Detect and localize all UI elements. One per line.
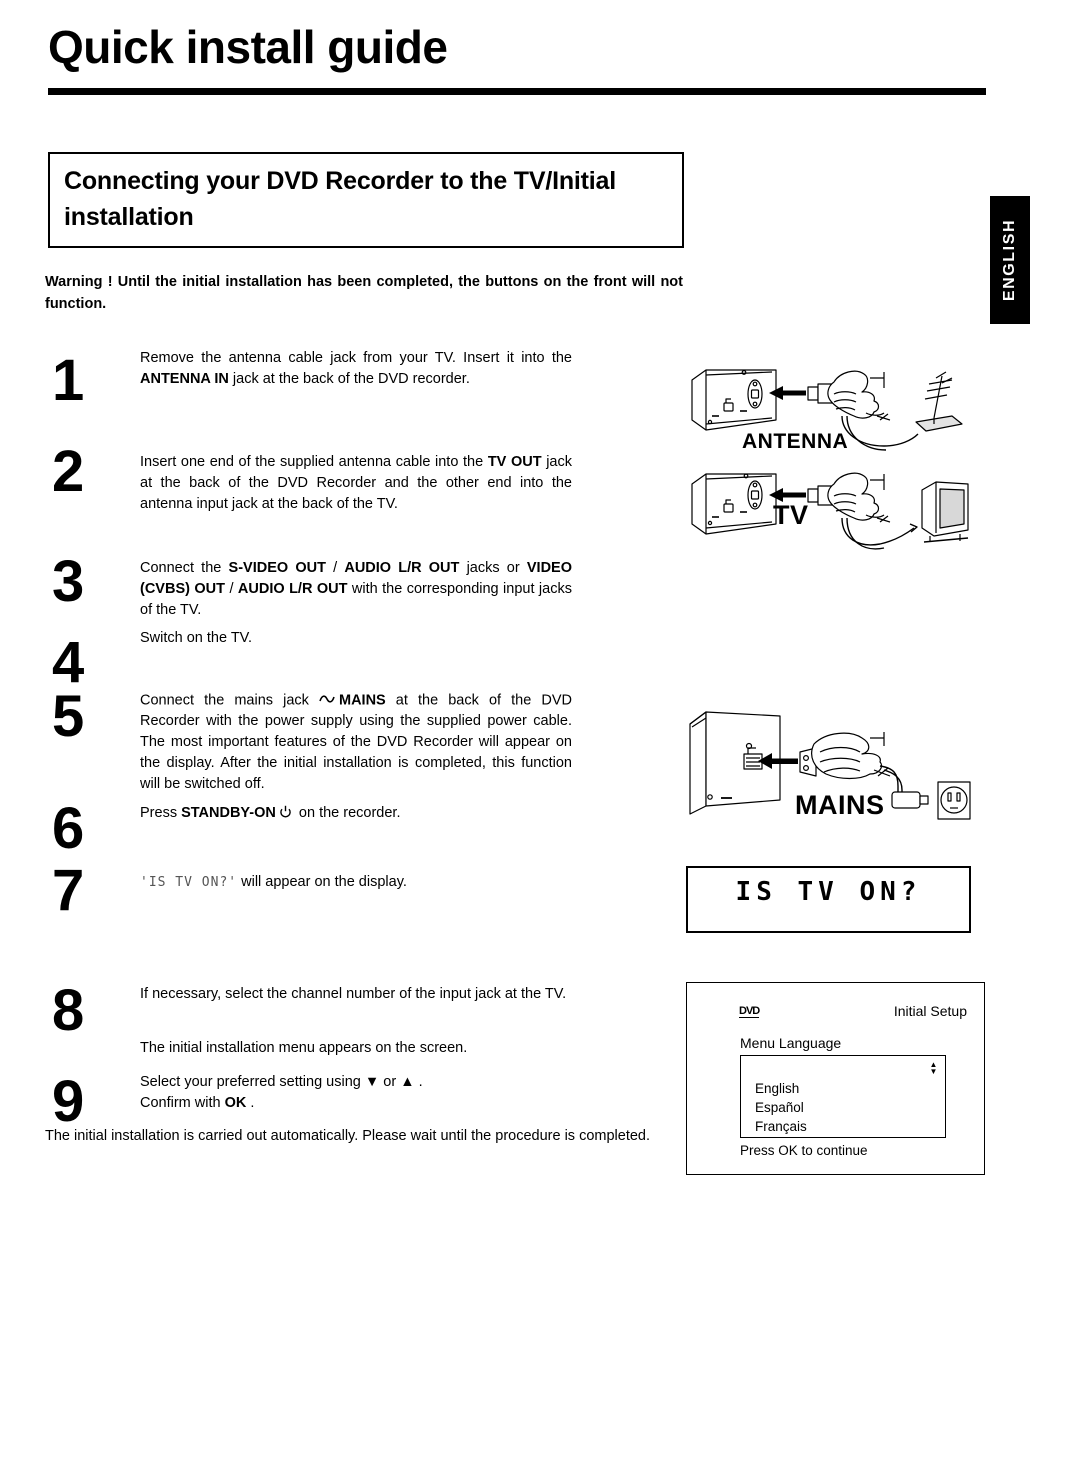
title-divider-rule xyxy=(48,88,986,95)
step-text-7: 'IS TV ON?' will appear on the display. xyxy=(140,872,572,893)
step-6-post: on the recorder. xyxy=(294,805,401,821)
step-text-2: Insert one end of the supplied antenna c… xyxy=(140,452,572,515)
dvd-logo-icon: DVD xyxy=(739,1005,760,1019)
step-5-pre: Connect the mains jack xyxy=(140,692,319,709)
step-text-4: Switch on the TV. xyxy=(140,630,253,646)
step-7-post: will appear on the display. xyxy=(237,874,407,890)
osd-option-francais[interactable]: Français xyxy=(755,1120,807,1134)
step-text-3: Connect the S-VIDEO OUT / AUDIO L/R OUT … xyxy=(140,558,572,621)
mains-wave-icon xyxy=(319,690,339,711)
step-text-9: Select your preferred setting using ▼ or… xyxy=(140,1072,572,1114)
step-number-3: 3 xyxy=(52,549,84,614)
step-9-line1-pre: Select your preferred setting using xyxy=(140,1074,365,1090)
step-number-6: 6 xyxy=(52,796,84,861)
step-9-bold-ok: OK xyxy=(224,1094,247,1111)
osd-option-english[interactable]: English xyxy=(755,1082,799,1096)
arrow-up-icon: ▲ xyxy=(400,1074,415,1090)
step-5-bold-mains: MAINS xyxy=(338,692,386,709)
step-7-lcd-text: 'IS TV ON?' xyxy=(140,875,238,890)
step-6-pre: Press xyxy=(140,805,182,821)
section-heading-box: Connecting your DVD Recorder to the TV/I… xyxy=(48,152,684,248)
step-number-2: 2 xyxy=(52,439,84,504)
osd-menu-language-label: Menu Language xyxy=(740,1035,842,1051)
osd-scroll-indicator[interactable]: ▲ ▼ xyxy=(929,1061,938,1076)
language-tab-label: ENGLISH xyxy=(1001,218,1018,302)
initial-setup-screen: DVD Initial Setup Menu Language ▲ ▼ Engl… xyxy=(686,982,985,1175)
step-6-bold-standby-on: STANDBY-ON xyxy=(181,805,276,821)
step-3-sep-3: / xyxy=(225,580,238,597)
warning-line-1: Warning ! Until the initial installation… xyxy=(45,274,627,290)
step-9-line2-pre: Confirm with xyxy=(140,1094,225,1111)
step-3-sep-1: / xyxy=(325,560,345,576)
recorder-display-panel: IS TV ON? xyxy=(686,866,971,933)
step-3-bold-audio-lr-out-1: AUDIO L/R OUT xyxy=(344,560,460,576)
step-1-bold-antenna-in: ANTENNA IN xyxy=(140,370,229,387)
scroll-down-icon[interactable]: ▼ xyxy=(929,1068,938,1076)
recorder-display-text: IS TV ON? xyxy=(735,877,922,907)
arrow-down-icon: ▼ xyxy=(364,1074,380,1090)
step-text-1: Remove the antenna cable jack from your … xyxy=(140,348,572,390)
osd-language-listbox[interactable]: ▲ ▼ English Español Français xyxy=(740,1055,946,1138)
mains-illustration-label: MAINS xyxy=(795,790,885,820)
step-3-pre: Connect the xyxy=(140,560,229,576)
step-9-line2-end: . xyxy=(246,1094,255,1111)
osd-option-espanol[interactable]: Español xyxy=(755,1101,804,1115)
step-number-5: 5 xyxy=(52,684,84,749)
step-number-1: 1 xyxy=(52,348,84,413)
osd-footer-hint: Press OK to continue xyxy=(740,1143,868,1158)
step-3-bold-svideo-out: S-VIDEO OUT xyxy=(228,560,326,576)
step-text-6: Press STANDBY-ON on the recorder. xyxy=(140,803,572,826)
step-9-line1-mid: or xyxy=(379,1074,401,1090)
step-8-sentence: If necessary, select the channel number … xyxy=(140,986,567,1002)
antenna-illustration-label: ANTENNA xyxy=(742,430,849,453)
step-text-8: If necessary, select the channel number … xyxy=(140,984,572,1005)
page-title: Quick install guide xyxy=(48,21,448,73)
step-number-7: 7 xyxy=(52,858,84,923)
step-2-sentence: Insert one end of the supplied antenna c… xyxy=(140,454,488,470)
closing-note: The initial installation is carried out … xyxy=(45,1128,651,1144)
step-number-8: 8 xyxy=(52,978,84,1043)
step-3-bold-audio-lr-out-2: AUDIO L/R OUT xyxy=(237,580,348,597)
language-tab-english: ENGLISH xyxy=(990,196,1030,324)
osd-screen-title: Initial Setup xyxy=(893,1003,967,1019)
step-9-line1-end: . xyxy=(414,1074,423,1090)
warning-paragraph: Warning ! Until the initial installation… xyxy=(45,272,683,316)
step-8-note: The initial installation menu appears on… xyxy=(140,1040,468,1056)
step-2-bold-tv-out: TV OUT xyxy=(487,454,542,470)
step-1-sentence: Remove the antenna cable jack from your … xyxy=(140,350,572,366)
step-number-9: 9 xyxy=(52,1069,84,1134)
step-text-5: Connect the mains jack MAINS at the back… xyxy=(140,690,572,795)
section-heading-text: Connecting your DVD Recorder to the TV/I… xyxy=(64,167,616,231)
illustration-tv-connection xyxy=(684,462,974,562)
step-1-sentence-tail: jack at the back of the DVD recorder. xyxy=(228,370,470,387)
step-3-sep-2: jacks or xyxy=(459,560,527,576)
standby-power-icon xyxy=(279,805,292,826)
tv-illustration-label: TV xyxy=(773,500,809,530)
